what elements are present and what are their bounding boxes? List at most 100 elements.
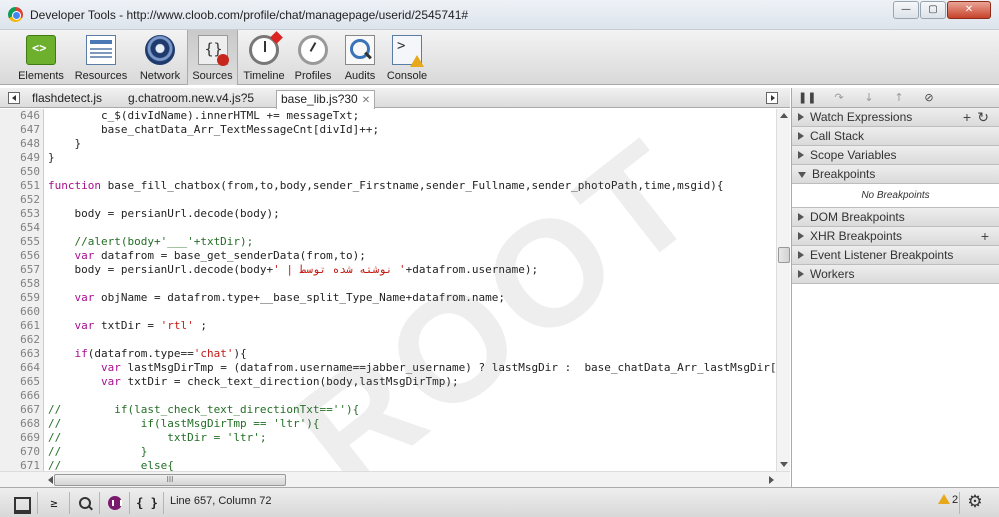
line-number[interactable]: 664 xyxy=(0,361,44,375)
code-line: 657 body = persianUrl.decode(body+' | نو… xyxy=(0,263,776,277)
line-number[interactable]: 653 xyxy=(0,207,44,221)
profiles-icon xyxy=(298,35,328,65)
line-number[interactable]: 669 xyxy=(0,431,44,445)
line-number[interactable]: 651 xyxy=(0,179,44,193)
add-xhr-breakpoint-icon[interactable]: + xyxy=(981,227,989,245)
maximize-button[interactable]: ▢ xyxy=(920,1,946,19)
close-button[interactable]: ✕ xyxy=(947,1,991,19)
line-number[interactable]: 656 xyxy=(0,249,44,263)
pretty-print-icon[interactable]: { } xyxy=(136,494,158,512)
line-number[interactable]: 661 xyxy=(0,319,44,333)
tab-chatroom[interactable]: g.chatroom.new.v4.js?5 xyxy=(124,90,258,108)
code-text: } xyxy=(48,137,82,150)
line-number[interactable]: 660 xyxy=(0,305,44,319)
toolbar-label: Network xyxy=(139,70,181,82)
scroll-left-icon[interactable] xyxy=(48,476,53,484)
toggle-navigator-icon[interactable] xyxy=(8,92,20,104)
line-number[interactable]: 665 xyxy=(0,375,44,389)
toolbar-console[interactable]: Console xyxy=(384,33,430,83)
pause-icon[interactable]: ❚❚ xyxy=(798,91,816,105)
pane-event-listener-breakpoints[interactable]: Event Listener Breakpoints xyxy=(792,246,999,265)
close-tab-icon[interactable]: ✕ xyxy=(362,95,370,106)
line-number[interactable]: 647 xyxy=(0,123,44,137)
refresh-watch-icon[interactable]: ↻ xyxy=(977,108,989,126)
dock-icon[interactable] xyxy=(12,494,31,514)
toolbar-label: Audits xyxy=(344,70,376,82)
deactivate-breakpoints-icon[interactable]: ⊘ xyxy=(920,91,938,105)
gear-icon[interactable]: ⚙ xyxy=(966,493,984,511)
code-line: 661 var txtDir = 'rtl' ; xyxy=(0,319,776,333)
line-number[interactable]: 666 xyxy=(0,389,44,403)
expand-triangle-icon xyxy=(798,213,804,221)
pause-on-exceptions-icon[interactable] xyxy=(106,494,124,512)
line-number[interactable]: 650 xyxy=(0,165,44,179)
toolbar-elements[interactable]: Elements xyxy=(12,33,70,83)
expand-triangle-icon xyxy=(798,132,804,140)
pane-xhr-breakpoints[interactable]: XHR Breakpoints + xyxy=(792,227,999,246)
code-line: 656 var datafrom = base_get_senderData(f… xyxy=(0,249,776,263)
line-number[interactable]: 655 xyxy=(0,235,44,249)
line-number[interactable]: 670 xyxy=(0,445,44,459)
code-lines: 646 c_$(divIdName).innerHTML += messageT… xyxy=(0,109,776,487)
code-text: if(datafrom.type=='chat'){ xyxy=(74,347,247,360)
code-text: // txtDir = 'ltr'; xyxy=(48,431,267,444)
code-line: 667 // if(last_check_text_directionTxt=='… xyxy=(0,403,776,417)
line-number[interactable]: 646 xyxy=(0,109,44,123)
step-into-icon[interactable]: ↓ xyxy=(860,91,878,105)
step-over-icon[interactable]: ↷ xyxy=(830,91,848,105)
line-number[interactable]: 652 xyxy=(0,193,44,207)
pane-breakpoints[interactable]: Breakpoints xyxy=(792,165,999,184)
pane-scope-variables[interactable]: Scope Variables xyxy=(792,146,999,165)
line-number[interactable]: 659 xyxy=(0,291,44,305)
cursor-position: Line 657, Column 72 xyxy=(170,495,272,507)
scroll-right-icon[interactable] xyxy=(769,476,774,484)
minimize-button[interactable]: — xyxy=(893,1,919,19)
line-number[interactable]: 657 xyxy=(0,263,44,277)
line-number[interactable]: 668 xyxy=(0,417,44,431)
toolbar-resources[interactable]: Resources xyxy=(70,33,132,83)
line-number[interactable]: 658 xyxy=(0,277,44,291)
code-line: 670 // } xyxy=(0,445,776,459)
add-watch-icon[interactable]: + xyxy=(963,108,971,126)
show-console-icon[interactable]: ≥ xyxy=(44,494,64,512)
pane-label: Event Listener Breakpoints xyxy=(810,248,954,262)
line-number[interactable]: 648 xyxy=(0,137,44,151)
search-icon[interactable] xyxy=(76,494,94,512)
pane-dom-breakpoints[interactable]: DOM Breakpoints xyxy=(792,208,999,227)
code-line: 646 c_$(divIdName).innerHTML += messageT… xyxy=(0,109,776,123)
warnings-counter[interactable]: 2 xyxy=(938,494,958,506)
step-out-icon[interactable]: ↑ xyxy=(890,91,908,105)
tab-base-lib[interactable]: base_lib.js?30 ✕ xyxy=(276,90,376,109)
line-number[interactable]: 662 xyxy=(0,333,44,347)
line-number[interactable]: 663 xyxy=(0,347,44,361)
code-editor[interactable]: 646 c_$(divIdName).innerHTML += messageT… xyxy=(0,109,790,487)
pane-workers[interactable]: Workers xyxy=(792,265,999,284)
vertical-scroll-thumb[interactable] xyxy=(778,247,790,263)
toggle-debugger-icon[interactable] xyxy=(766,92,778,104)
toolbar-profiles[interactable]: Profiles xyxy=(290,33,336,83)
toolbar-audits[interactable]: Audits xyxy=(340,33,380,83)
scroll-up-icon[interactable] xyxy=(780,113,788,118)
toolbar-timeline[interactable]: Timeline xyxy=(240,33,288,83)
code-line: 663 if(datafrom.type=='chat'){ xyxy=(0,347,776,361)
toolbar-network[interactable]: Network xyxy=(134,33,186,83)
title-bar: Developer Tools - http://www.cloob.com/p… xyxy=(0,0,999,30)
code-line: 653 body = persianUrl.decode(body); xyxy=(0,207,776,221)
pane-label: Watch Expressions xyxy=(810,110,913,124)
horizontal-scrollbar[interactable]: III xyxy=(0,471,790,487)
pane-watch-expressions[interactable]: Watch Expressions + ↻ xyxy=(792,108,999,127)
toolbar-sources[interactable]: Sources xyxy=(187,30,238,85)
scroll-down-icon[interactable] xyxy=(780,462,788,467)
code-text: var lastMsgDirTmp = (datafrom.username==… xyxy=(100,361,776,374)
code-text: // if(lastMsgDirTmp == 'ltr'){ xyxy=(48,417,320,430)
vertical-scrollbar[interactable] xyxy=(776,109,790,471)
pane-label: Workers xyxy=(810,267,855,281)
expand-triangle-icon xyxy=(798,232,804,240)
line-number[interactable]: 667 xyxy=(0,403,44,417)
horizontal-scroll-thumb[interactable]: III xyxy=(54,474,286,486)
line-number[interactable]: 649 xyxy=(0,151,44,165)
tab-flashdetect[interactable]: flashdetect.js xyxy=(28,90,106,108)
code-line: 665 var txtDir = check_text_direction(bo… xyxy=(0,375,776,389)
pane-call-stack[interactable]: Call Stack xyxy=(792,127,999,146)
line-number[interactable]: 654 xyxy=(0,221,44,235)
